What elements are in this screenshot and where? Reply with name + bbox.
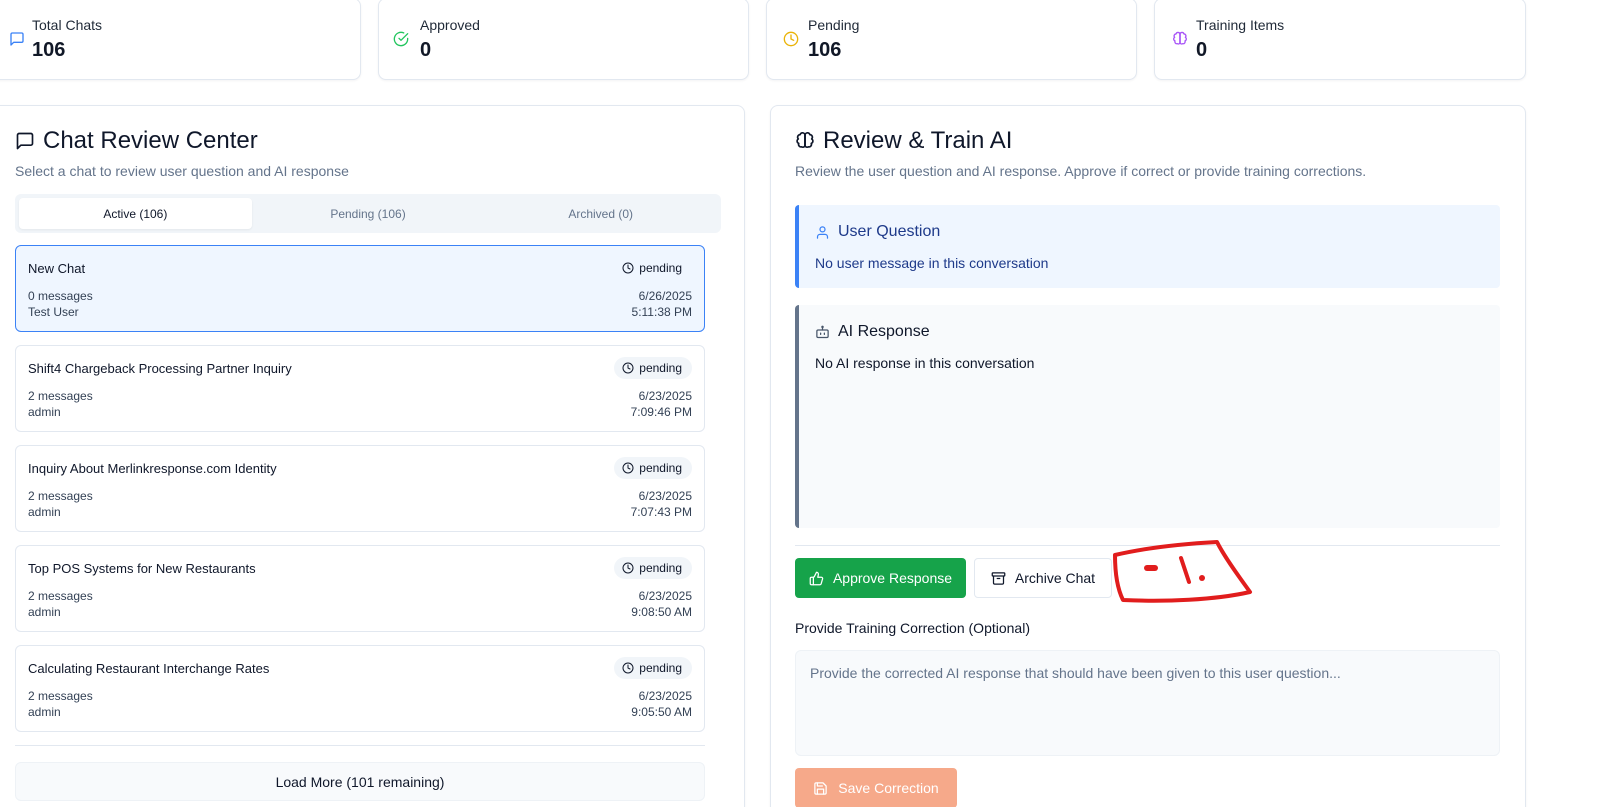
chat-time: 7:07:43 PM [630, 505, 692, 519]
chat-review-subtitle: Select a chat to review user question an… [15, 163, 349, 179]
chat-tabs: Active (106) Pending (106) Archived (0) [15, 194, 721, 233]
stat-card-approved: Approved 0 [378, 0, 749, 80]
stat-value: 106 [808, 39, 842, 61]
archive-icon [991, 571, 1006, 586]
chat-title: Top POS Systems for New Restaurants [28, 561, 256, 576]
status-text: pending [639, 361, 682, 375]
page-title: Chat Review Center [43, 127, 258, 154]
chat-list-item[interactable]: New Chat pending 0 messages Test User 6/… [15, 245, 705, 332]
chat-list-item[interactable]: Inquiry About Merlinkresponse.com Identi… [15, 445, 705, 532]
message-count: 2 messages [28, 489, 93, 503]
stat-label: Total Chats [32, 17, 103, 33]
list-divider [15, 745, 705, 746]
thumbs-up-icon [809, 571, 824, 586]
tab-pending[interactable]: Pending (106) [252, 198, 485, 229]
save-label: Save Correction [838, 780, 939, 796]
archive-label: Archive Chat [1014, 570, 1096, 586]
ai-response-label: AI Response [838, 323, 930, 340]
chat-date: 6/26/2025 [638, 289, 692, 303]
message-square-icon [9, 31, 25, 47]
stat-value: 0 [420, 39, 432, 61]
chat-title: Shift4 Chargeback Processing Partner Inq… [28, 361, 292, 376]
save-correction-button[interactable]: Save Correction [795, 768, 957, 807]
approve-label: Approve Response [832, 570, 953, 586]
chat-review-title: Chat Review Center [15, 127, 258, 155]
review-train-subtitle: Review the user question and AI response… [795, 163, 1367, 179]
clock-icon [622, 562, 634, 574]
stat-label: Approved [420, 17, 480, 33]
status-text: pending [639, 561, 682, 575]
status-text: pending [639, 661, 682, 675]
message-count: 0 messages [28, 289, 93, 303]
message-count: 2 messages [28, 589, 93, 603]
archive-chat-button[interactable]: Archive Chat [974, 558, 1112, 598]
clock-icon [622, 262, 634, 274]
chat-list-item[interactable]: Calculating Restaurant Interchange Rates… [15, 645, 705, 732]
user-icon [815, 225, 830, 240]
stat-label: Training Items [1196, 17, 1285, 33]
chat-date: 6/23/2025 [638, 389, 692, 403]
clock-icon [622, 662, 634, 674]
chat-date: 6/23/2025 [638, 489, 692, 503]
chat-user: admin [28, 505, 61, 519]
chat-title: Inquiry About Merlinkresponse.com Identi… [28, 461, 277, 476]
chat-date: 6/23/2025 [638, 589, 692, 603]
stat-card-pending: Pending 106 [766, 0, 1137, 80]
chat-user: admin [28, 605, 61, 619]
user-question-label: User Question [838, 223, 941, 240]
chat-time: 5:11:38 PM [631, 305, 692, 319]
annotation-scribble [1113, 540, 1252, 603]
training-correction-label: Provide Training Correction (Optional) [795, 620, 1030, 636]
ai-response-box: AI Response No AI response in this conve… [795, 305, 1500, 528]
tab-active[interactable]: Active (106) [19, 198, 252, 229]
status-badge: pending [614, 457, 692, 479]
page-title: Review & Train AI [823, 127, 1013, 154]
training-correction-input[interactable] [795, 650, 1500, 756]
message-square-icon [15, 131, 35, 151]
clock-icon [783, 31, 799, 47]
brain-icon [795, 131, 815, 151]
chat-time: 9:05:50 AM [631, 705, 692, 719]
save-icon [813, 781, 828, 796]
brain-icon [1172, 31, 1188, 47]
bot-icon [815, 325, 830, 340]
chat-user: admin [28, 405, 61, 419]
load-more-button[interactable]: Load More (101 remaining) [15, 762, 705, 801]
message-count: 2 messages [28, 389, 93, 403]
check-circle-icon [393, 31, 409, 47]
chat-title: New Chat [28, 261, 86, 276]
ai-response-text: No AI response in this conversation [815, 355, 1035, 371]
user-question-box: User Question No user message in this co… [795, 205, 1500, 288]
chat-user: admin [28, 705, 61, 719]
stat-card-training-items: Training Items 0 [1154, 0, 1526, 80]
status-badge: pending [614, 257, 692, 279]
user-question-text: No user message in this conversation [815, 255, 1049, 271]
message-count: 2 messages [28, 689, 93, 703]
clock-icon [622, 362, 634, 374]
stat-label: Pending [808, 17, 860, 33]
status-text: pending [639, 261, 682, 275]
chat-title: Calculating Restaurant Interchange Rates [28, 661, 270, 676]
approve-response-button[interactable]: Approve Response [795, 558, 966, 598]
ai-response-header: AI Response [815, 323, 930, 341]
chat-time: 9:08:50 AM [631, 605, 692, 619]
review-train-title: Review & Train AI [795, 127, 1012, 155]
status-badge: pending [614, 357, 692, 379]
tab-archived[interactable]: Archived (0) [484, 198, 717, 229]
chat-date: 6/23/2025 [638, 689, 692, 703]
chat-time: 7:09:46 PM [630, 405, 692, 419]
status-badge: pending [614, 557, 692, 579]
chat-user: Test User [28, 305, 79, 319]
status-badge: pending [614, 657, 692, 679]
clock-icon [622, 462, 634, 474]
status-text: pending [639, 461, 682, 475]
stat-value: 0 [1196, 39, 1208, 61]
stat-card-total-chats: Total Chats 106 [0, 0, 361, 80]
stat-value: 106 [32, 39, 66, 61]
chat-list-item[interactable]: Shift4 Chargeback Processing Partner Inq… [15, 345, 705, 432]
user-question-header: User Question [815, 223, 940, 241]
chat-list-item[interactable]: Top POS Systems for New Restaurants pend… [15, 545, 705, 632]
